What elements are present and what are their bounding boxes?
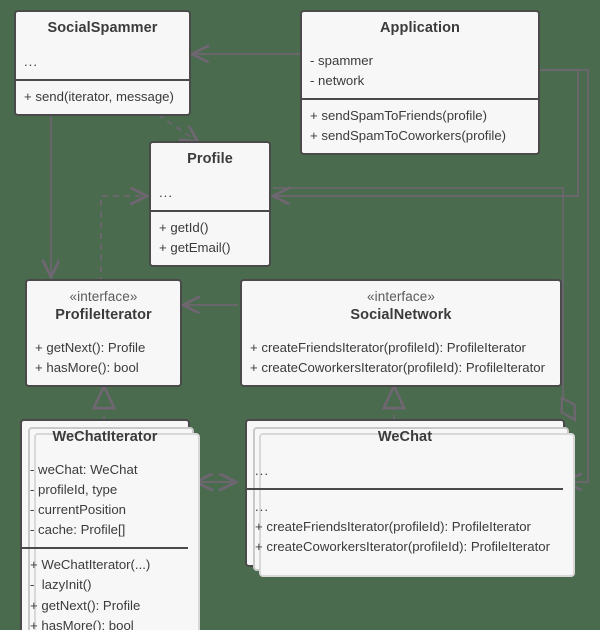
- method-row: + getNext(): Profile: [35, 339, 146, 355]
- method-row: ...: [255, 499, 269, 515]
- stereotype-label: «interface»: [69, 289, 138, 304]
- class-methods-application: + sendSpamToFriends(profile) + sendSpamT…: [302, 98, 538, 153]
- field-row: - currentPosition: [30, 502, 127, 518]
- class-title-socialspammer: SocialSpammer: [47, 20, 158, 36]
- method-row: + WeChatIterator(...): [30, 557, 151, 573]
- class-title-wechat: WeChat: [377, 429, 433, 445]
- class-box-profile[interactable]: Profile ... + getId() + getEmail(): [149, 141, 271, 268]
- class-fields-socialspammer: ...: [16, 45, 189, 79]
- method-row: - lazyInit(): [30, 577, 92, 593]
- class-title-socialnetwork: «interface» SocialNetwork: [242, 281, 560, 332]
- class-box-application[interactable]: Application - spammer - network + sendSp…: [300, 10, 540, 156]
- class-methods-wechatiterator: + WeChatIterator(...) - lazyInit() + get…: [22, 547, 188, 630]
- field-row: - spammer: [310, 53, 374, 69]
- class-box-wechat[interactable]: WeChat ... ... + createFriendsIterator(p…: [245, 419, 575, 576]
- method-row: + sendSpamToFriends(profile): [310, 108, 488, 124]
- field-row: ...: [24, 54, 38, 70]
- class-box-socialnetwork[interactable]: «interface» SocialNetwork + createFriend…: [240, 279, 562, 387]
- method-row: + hasMore(): bool: [30, 617, 134, 630]
- method-row: + createCoworkersIterator(profileId): Pr…: [255, 539, 550, 555]
- class-methods-socialspammer: + send(iterator, message): [16, 79, 189, 114]
- class-methods-profile: + getId() + getEmail(): [151, 210, 269, 265]
- class-title-profileiterator: «interface» ProfileIterator: [27, 281, 180, 332]
- connector-profileiterator-to-profile: [100, 196, 147, 283]
- method-row: + createFriendsIterator(profileId): Prof…: [250, 339, 526, 355]
- class-fields-profile: ...: [151, 176, 269, 210]
- class-box-wechatiterator[interactable]: WeChatIterator - weChat: WeChat - profil…: [20, 419, 200, 630]
- class-title-wechatiterator: WeChatIterator: [52, 429, 158, 445]
- method-row: + getId(): [159, 220, 209, 236]
- field-row: - weChat: WeChat: [30, 462, 138, 478]
- field-row: - network: [310, 73, 365, 89]
- class-box-socialspammer[interactable]: SocialSpammer ... + send(iterator, messa…: [14, 10, 191, 117]
- method-row: + hasMore(): bool: [35, 359, 139, 375]
- field-row: ...: [255, 463, 269, 479]
- method-row: + send(iterator, message): [24, 89, 174, 105]
- method-row: + createFriendsIterator(profileId): Prof…: [255, 519, 531, 535]
- field-row: ...: [159, 185, 173, 201]
- class-title-profile: Profile: [187, 151, 233, 167]
- uml-class-diagram: SocialSpammer ... + send(iterator, messa…: [0, 0, 600, 630]
- class-methods-wechat: ... + createFriendsIterator(profileId): …: [247, 488, 563, 564]
- method-row: + sendSpamToCoworkers(profile): [310, 128, 507, 144]
- class-box-profileiterator[interactable]: «interface» ProfileIterator + getNext():…: [25, 279, 182, 387]
- class-fields-application: - spammer - network: [302, 45, 538, 98]
- method-row: + createCoworkersIterator(profileId): Pr…: [250, 359, 545, 375]
- field-row: - profileId, type: [30, 482, 118, 498]
- class-title-application: Application: [379, 20, 461, 36]
- class-fields-wechat: ...: [247, 454, 563, 488]
- field-row: - cache: Profile[]: [30, 522, 126, 538]
- method-row: + getEmail(): [159, 240, 231, 256]
- method-row: + getNext(): Profile: [30, 597, 141, 613]
- class-fields-wechatiterator: - weChat: WeChat - profileId, type - cur…: [22, 454, 188, 547]
- stereotype-label: «interface»: [367, 289, 435, 304]
- class-methods-profileiterator: + getNext(): Profile + hasMore(): bool: [27, 332, 180, 385]
- class-methods-socialnetwork: + createFriendsIterator(profileId): Prof…: [242, 332, 560, 385]
